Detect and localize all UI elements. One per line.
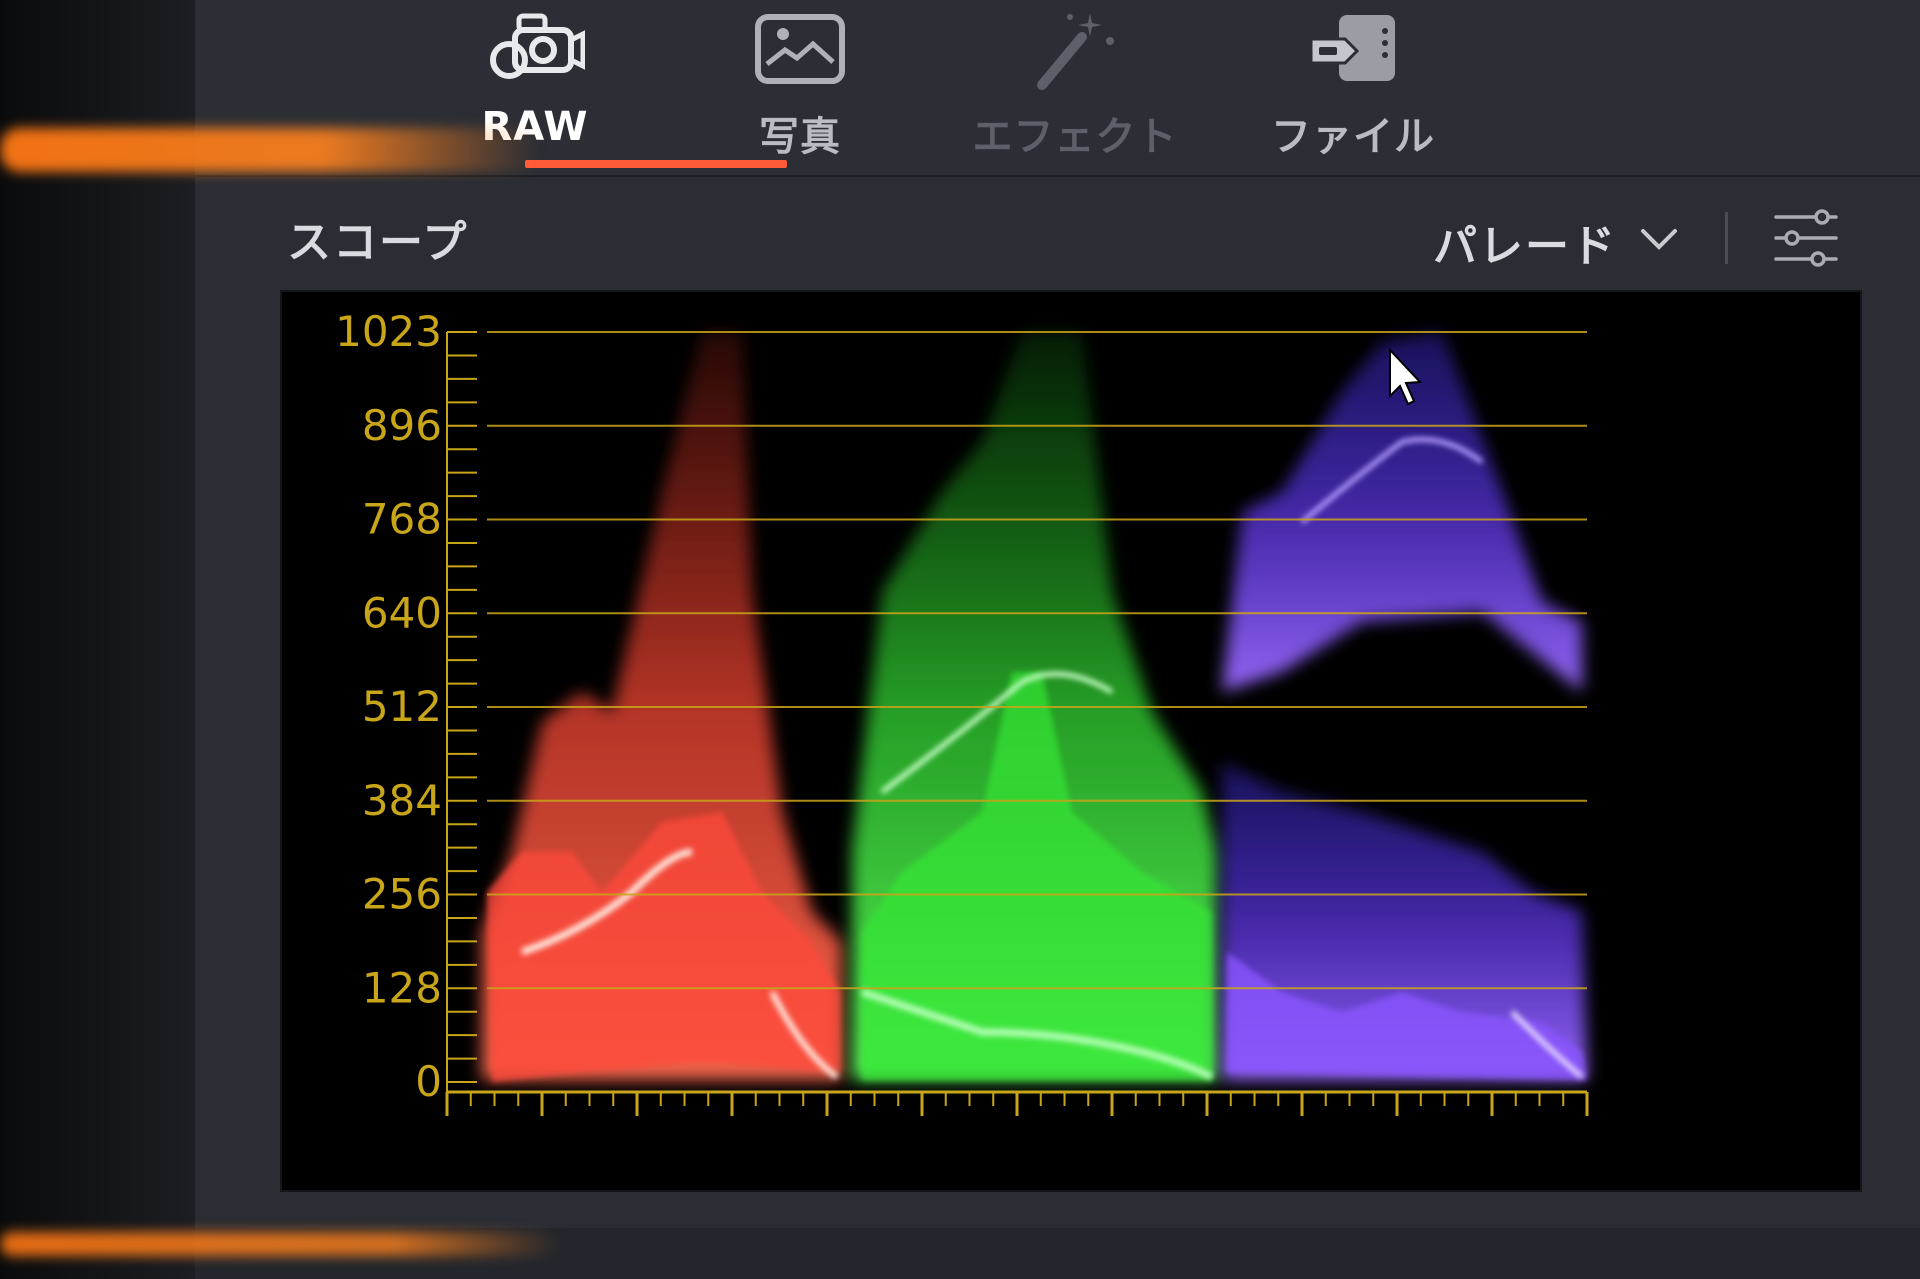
chevron-down-icon: [1639, 227, 1679, 257]
magic-wand-icon: [1020, 4, 1130, 94]
tab-label: エフェクト: [972, 114, 1178, 160]
y-tick-label: 896: [362, 401, 442, 450]
tab-label: 写真: [759, 114, 841, 160]
tab-photo[interactable]: 写真: [685, 0, 915, 175]
image-icon: [745, 4, 855, 94]
y-tick-label: 256: [362, 870, 442, 919]
orange-light-streak: [0, 128, 540, 172]
scope-app: RAW 写真 エフェクト ファイル スコープ パレード 1023 896 768…: [195, 0, 1920, 1279]
left-sidebar: [0, 0, 195, 1279]
tab-label: ファイル: [1271, 114, 1435, 160]
scope-mode-dropdown[interactable]: パレード: [1433, 210, 1679, 274]
x-axis: [445, 1090, 1589, 1116]
y-tick-label: 384: [362, 776, 442, 825]
toolbar-divider: [1725, 212, 1728, 264]
panel-title: スコープ: [287, 217, 469, 268]
tab-file[interactable]: ファイル: [1238, 0, 1468, 175]
active-tab-indicator: [525, 160, 787, 168]
file-tag-icon: [1298, 4, 1408, 94]
waveform-display: 1023 896 768 640 512 384 256 128 0: [335, 307, 1589, 1116]
sliders-icon: [1770, 209, 1842, 275]
y-tick-label: 640: [362, 588, 442, 637]
y-axis-labels: 1023 896 768 640 512 384 256 128 0: [335, 307, 442, 1106]
y-tick-label: 1023: [335, 307, 442, 356]
y-tick-label: 768: [362, 495, 442, 544]
y-tick-label: 512: [362, 682, 442, 731]
y-tick-label: 128: [362, 963, 442, 1012]
orange-light-streak: [0, 1232, 560, 1256]
scope-settings-button[interactable]: [1770, 205, 1842, 271]
y-tick-label: 0: [415, 1057, 442, 1106]
rgb-parade-scope: 1023 896 768 640 512 384 256 128 0: [280, 290, 1862, 1192]
camera-icon: [480, 4, 590, 94]
tab-effect[interactable]: エフェクト: [960, 0, 1190, 175]
scope-mode-label: パレード: [1433, 221, 1617, 272]
